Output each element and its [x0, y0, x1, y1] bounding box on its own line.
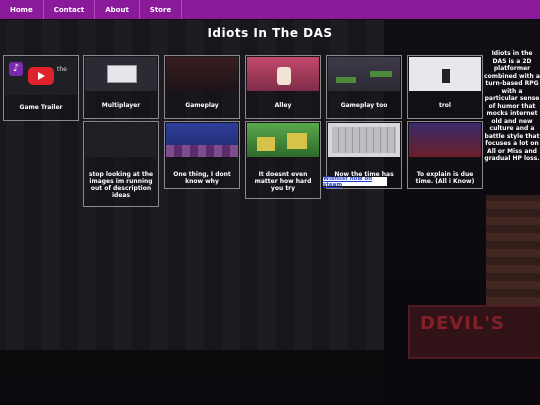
character-sprite [277, 67, 291, 85]
game-description: Idiots in the DAS is a 2D platformer com… [484, 50, 540, 162]
stop-looking-thumbnail [85, 123, 157, 157]
brick-row [166, 145, 238, 157]
top-navbar: Home Contact About Store [0, 0, 540, 19]
gallery-card-one-thing[interactable]: One thing, I dont know why [164, 121, 240, 189]
wishlist-link[interactable]: Wishlist now on steam [323, 176, 387, 188]
platform-shape [370, 71, 392, 77]
grid-pattern [332, 127, 396, 153]
page-title: Idiots In The DAS [207, 26, 333, 40]
gallery-card-gameplay-too[interactable]: Gameplay too [326, 55, 402, 119]
music-note-icon: ♪ [9, 62, 23, 76]
card-caption: stop looking at the images im running ou… [88, 171, 154, 199]
gallery-card-explain[interactable]: To explain is due time. (All i Know) [407, 121, 483, 189]
one-thing-thumbnail [166, 123, 238, 157]
card-caption: Gameplay too [340, 102, 388, 109]
tile-block [257, 137, 275, 151]
time-has-come-thumbnail [328, 123, 400, 157]
multiplayer-thumbnail [85, 57, 157, 91]
trol-thumbnail [409, 57, 481, 91]
gameplay-thumbnail [166, 57, 238, 91]
nav-home[interactable]: Home [0, 0, 44, 19]
alley-thumbnail [247, 57, 319, 91]
card-caption: Gameplay [185, 102, 219, 109]
nav-contact[interactable]: Contact [44, 0, 96, 19]
ui-window-shape [107, 65, 137, 83]
explain-thumbnail [409, 123, 481, 157]
gallery-card-trol[interactable]: trol [407, 55, 483, 119]
card-caption: trol [438, 102, 451, 109]
trailer-overlay-text: the [57, 66, 67, 73]
card-caption: Game Trailer [19, 104, 63, 111]
gameplay-too-thumbnail [328, 57, 400, 91]
gallery-card-alley[interactable]: Alley [245, 55, 321, 119]
nav-store[interactable]: Store [140, 0, 183, 19]
card-caption: Alley [274, 102, 292, 109]
doesnt-matter-thumbnail [247, 123, 319, 157]
tile-block [287, 133, 307, 149]
gallery-card-doesnt-matter[interactable]: It doesnt even matter how hard you try [245, 121, 321, 199]
gallery-card-stop-looking[interactable]: stop looking at the images im running ou… [83, 121, 159, 207]
gallery-card-gameplay[interactable]: Gameplay [164, 55, 240, 119]
play-icon[interactable] [28, 67, 54, 85]
platform-shape [336, 77, 356, 83]
gallery-card-multiplayer[interactable]: Multiplayer [83, 55, 159, 119]
gallery-card-trailer[interactable]: ♪ the Game Trailer [3, 55, 79, 121]
card-caption: One thing, I dont know why [173, 171, 231, 185]
card-caption: To explain is due time. (All i Know) [415, 171, 475, 185]
card-caption: Multiplayer [101, 102, 141, 109]
trailer-thumbnail: ♪ the [5, 57, 77, 95]
card-caption: It doesnt even matter how hard you try [254, 171, 312, 192]
nav-about[interactable]: About [95, 0, 140, 19]
character-sprite [442, 69, 450, 83]
